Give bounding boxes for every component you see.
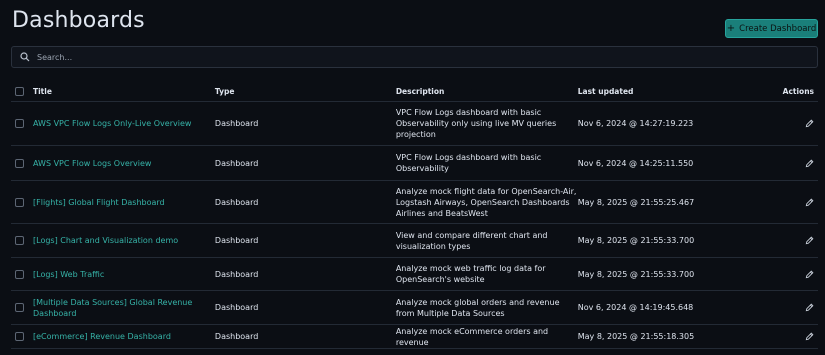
- create-dashboard-button[interactable]: + Create Dashboard: [725, 19, 818, 38]
- pencil-icon[interactable]: [805, 119, 814, 128]
- dashboard-description: Analyze mock web traffic log data for Op…: [395, 264, 546, 284]
- dashboard-title-link[interactable]: [Logs] Web Traffic: [33, 269, 215, 280]
- row-checkbox[interactable]: [15, 303, 24, 312]
- row-actions: [775, 198, 818, 207]
- page-title: Dashboards: [12, 8, 145, 33]
- dashboard-title-link[interactable]: [Multiple Data Sources] Global Revenue D…: [33, 297, 215, 319]
- row-actions: [775, 159, 818, 168]
- dashboard-type: Dashboard: [214, 269, 259, 279]
- dashboard-type: Dashboard: [214, 197, 259, 207]
- dashboard-last-updated: May 8, 2025 @ 21:55:25.467: [577, 197, 695, 207]
- pencil-icon[interactable]: [805, 198, 814, 207]
- row-checkbox[interactable]: [15, 269, 24, 279]
- dashboard-description: VPC Flow Logs dashboard with basic Obser…: [395, 153, 542, 173]
- pencil-icon[interactable]: [805, 270, 814, 279]
- column-header-description[interactable]: Description: [396, 86, 578, 97]
- dashboard-type: Dashboard: [214, 332, 259, 341]
- dashboard-description: Analyze mock global orders and revenue f…: [395, 297, 560, 318]
- dashboard-title-link[interactable]: [Logs] Chart and Visualization demo: [33, 235, 215, 246]
- row-checkbox[interactable]: [15, 236, 24, 245]
- create-dashboard-label: Create Dashboard: [739, 23, 817, 34]
- table-header: Title Type Description Last updated Acti…: [11, 82, 818, 102]
- table-row: [Multiple Data Sources] Global Revenue D…: [11, 291, 818, 325]
- dashboard-title-link[interactable]: AWS VPC Flow Logs Overview: [33, 158, 215, 169]
- dashboard-description: Analyze mock flight data for OpenSearch-…: [395, 186, 577, 218]
- table-row: AWS VPC Flow Logs Overview Dashboard VPC F…: [11, 146, 818, 181]
- table-row: [eCommerce] Revenue Dashboard Dashboard An…: [11, 325, 818, 349]
- dashboard-last-updated: Nov 6, 2024 @ 14:19:45.648: [577, 303, 694, 312]
- table-row: AWS VPC Flow Logs Only-Live Overview Dash…: [11, 102, 818, 146]
- row-actions: [775, 303, 818, 312]
- pencil-icon[interactable]: [805, 236, 814, 245]
- pencil-icon[interactable]: [805, 159, 814, 168]
- search-icon: [20, 52, 30, 62]
- row-actions: [775, 332, 818, 341]
- row-checkbox[interactable]: [15, 332, 24, 341]
- row-actions: [775, 270, 818, 279]
- row-checkbox[interactable]: [15, 158, 24, 168]
- dashboard-title-link[interactable]: AWS VPC Flow Logs Only-Live Overview: [33, 118, 215, 129]
- select-all-checkbox[interactable]: [15, 87, 24, 96]
- dashboards-table: Title Type Description Last updated Acti…: [11, 82, 818, 349]
- dashboard-type: Dashboard: [214, 303, 259, 312]
- pencil-icon[interactable]: [805, 303, 814, 312]
- dashboard-description: Analyze mock eCommerce orders and revenu…: [395, 326, 549, 347]
- table-row: [Logs] Chart and Visualization demo Dashb…: [11, 224, 818, 258]
- dashboard-last-updated: Nov 6, 2024 @ 14:27:19.223: [577, 119, 694, 128]
- table-row: [Flights] Global Flight Dashboard Dashboa…: [11, 181, 818, 224]
- dashboard-title-link[interactable]: [eCommerce] Revenue Dashboard: [33, 331, 215, 342]
- column-header-actions: Actions: [782, 87, 815, 96]
- row-checkbox[interactable]: [15, 119, 24, 128]
- search-bar: [11, 46, 818, 68]
- column-header-type[interactable]: Type: [215, 87, 396, 96]
- row-actions: [775, 119, 818, 128]
- row-actions: [775, 236, 818, 245]
- dashboard-title-link[interactable]: [Flights] Global Flight Dashboard: [33, 197, 215, 208]
- dashboard-description: VPC Flow Logs dashboard with basic Obser…: [395, 108, 557, 139]
- dashboard-last-updated: May 8, 2025 @ 21:55:18.305: [577, 332, 695, 341]
- dashboard-description: View and compare different chart and vis…: [395, 230, 548, 251]
- plus-icon: +: [726, 22, 736, 34]
- dashboard-last-updated: Nov 6, 2024 @ 14:25:11.550: [577, 158, 694, 168]
- column-header-last-updated[interactable]: Last updated: [578, 87, 776, 96]
- dashboard-type: Dashboard: [214, 236, 259, 245]
- dashboard-type: Dashboard: [214, 158, 259, 168]
- dashboard-type: Dashboard: [214, 119, 259, 128]
- table-row: [Logs] Web Traffic Dashboard Analyze mock …: [11, 258, 818, 291]
- column-header-title[interactable]: Title: [33, 87, 215, 96]
- dashboard-last-updated: May 8, 2025 @ 21:55:33.700: [577, 236, 695, 245]
- search-input[interactable]: [37, 52, 797, 62]
- dashboard-last-updated: May 8, 2025 @ 21:55:33.700: [577, 269, 695, 279]
- pencil-icon[interactable]: [805, 332, 814, 341]
- row-checkbox[interactable]: [15, 197, 24, 207]
